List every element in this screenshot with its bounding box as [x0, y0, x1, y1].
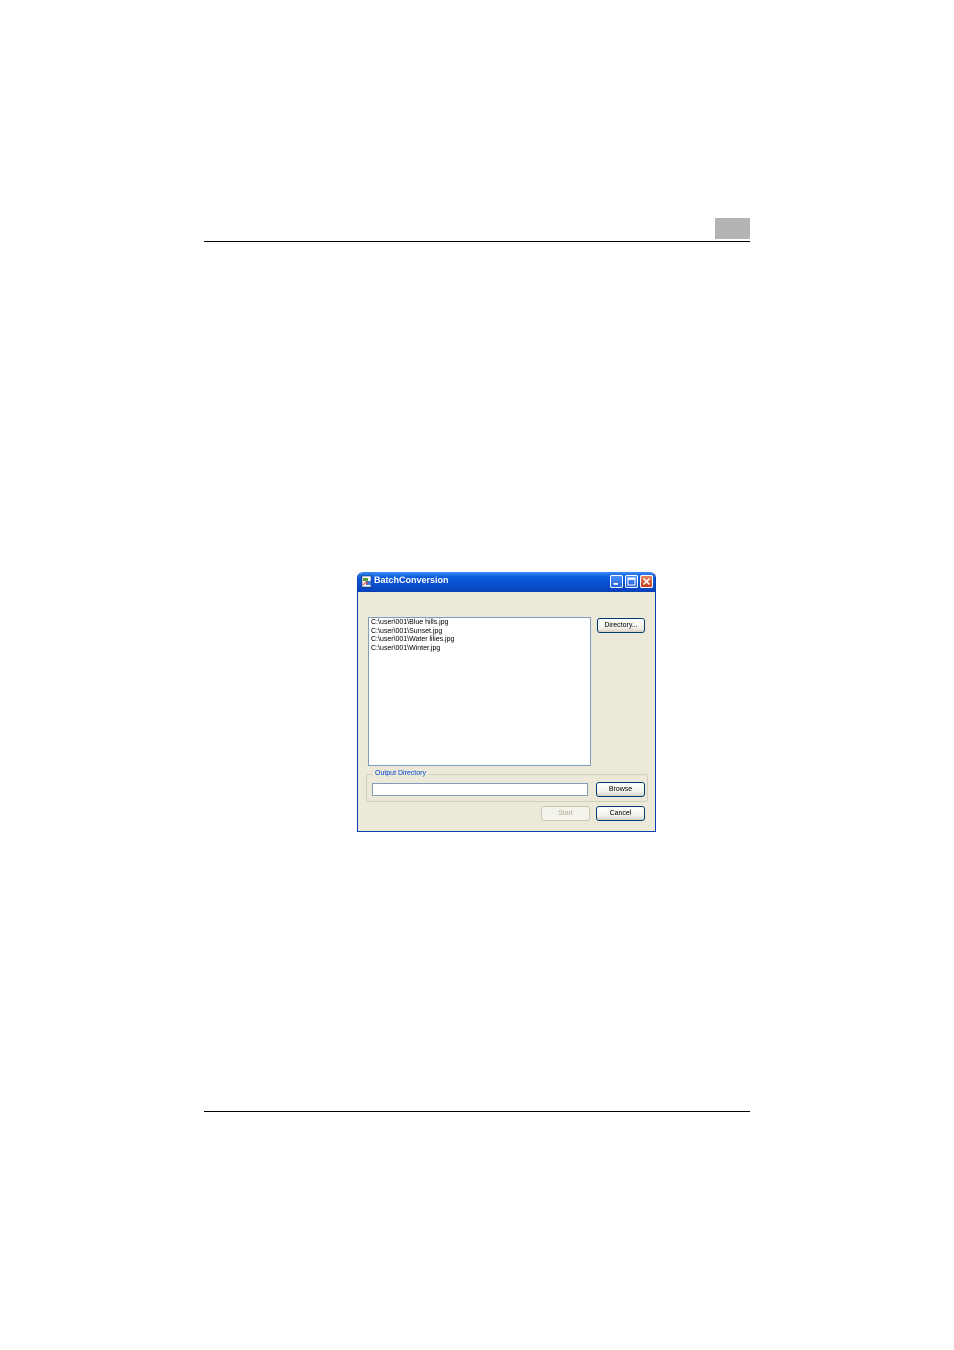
batch-conversion-window: BatchConversion C:\user\001\Blue hills.j… — [357, 572, 656, 832]
close-icon — [642, 577, 651, 586]
header-rule — [204, 241, 750, 242]
cancel-button[interactable]: Cancel — [596, 806, 645, 821]
file-list-item[interactable]: C:\user\001\Blue hills.jpg — [371, 619, 588, 628]
directory-button[interactable]: Directory... — [597, 618, 645, 633]
close-button[interactable] — [640, 575, 653, 588]
page-tab-marker — [715, 218, 750, 239]
file-list-item[interactable]: C:\user\001\Sunset.jpg — [371, 628, 588, 637]
title-bar[interactable]: BatchConversion — [358, 572, 655, 592]
app-icon — [361, 575, 372, 588]
start-button: Start — [541, 806, 590, 821]
file-list-item[interactable]: C:\user\001\Water lilies.jpg — [371, 636, 588, 645]
footer-rule — [204, 1111, 750, 1112]
window-title: BatchConversion — [374, 575, 449, 585]
minimize-icon — [613, 583, 618, 585]
maximize-icon — [627, 577, 636, 586]
file-list-item[interactable]: C:\user\001\Winter.jpg — [371, 645, 588, 654]
output-directory-input[interactable] — [372, 783, 588, 796]
output-directory-label: Output Directory — [373, 770, 428, 777]
minimize-button[interactable] — [610, 575, 623, 588]
maximize-button[interactable] — [625, 575, 638, 588]
browse-button[interactable]: Browse — [596, 782, 645, 797]
file-list[interactable]: C:\user\001\Blue hills.jpg C:\user\001\S… — [368, 617, 591, 766]
